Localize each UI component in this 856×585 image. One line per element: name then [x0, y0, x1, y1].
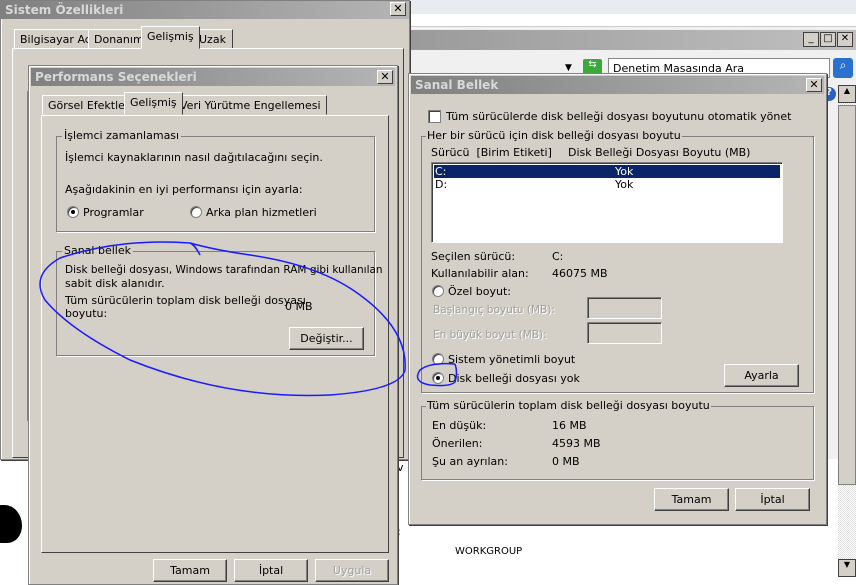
- annotation-ellipse: [39, 241, 406, 397]
- annotation-overlay: [39, 241, 458, 397]
- tab-advanced[interactable]: Gelişmiş: [141, 26, 200, 49]
- tab-advanced[interactable]: Gelişmiş: [124, 92, 183, 115]
- annotation-circle: [416, 362, 458, 387]
